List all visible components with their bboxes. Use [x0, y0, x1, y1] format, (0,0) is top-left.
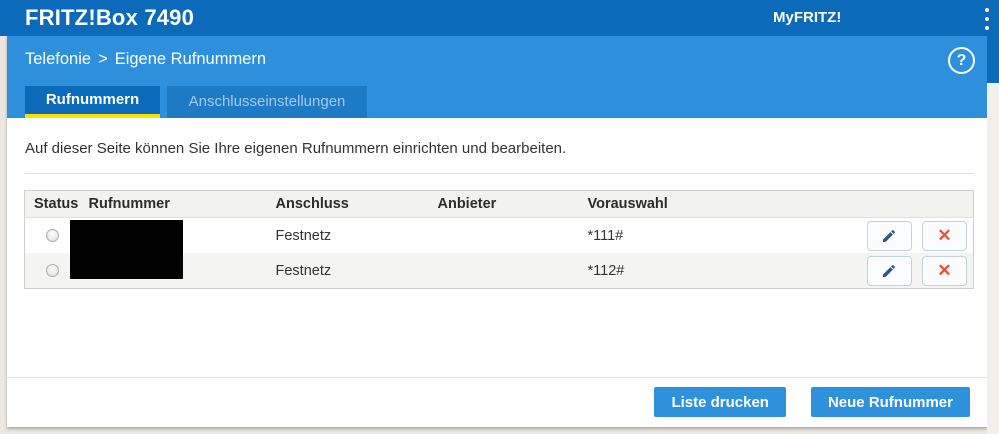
- delete-button[interactable]: ✕: [922, 255, 967, 286]
- kebab-menu-icon[interactable]: [982, 8, 992, 30]
- anschluss-cell: Festnetz: [266, 253, 429, 289]
- vorauswahl-cell: *111#: [587, 227, 624, 244]
- x-icon: ✕: [937, 226, 952, 245]
- status-radio[interactable]: [45, 264, 59, 278]
- anbieter-cell: [429, 218, 579, 254]
- tab-anschlusseinstellungen[interactable]: Anschlusseinstellungen: [167, 86, 367, 118]
- print-list-button[interactable]: Liste drucken: [654, 387, 786, 417]
- edit-button[interactable]: [866, 255, 912, 286]
- breadcrumb-separator: >: [98, 50, 108, 68]
- content-panel: Telefonie > Eigene Rufnummern ? Rufnumme…: [7, 36, 987, 427]
- section-header-band: Telefonie > Eigene Rufnummern ? Rufnumme…: [7, 36, 987, 118]
- column-header-status: Status: [24, 190, 80, 218]
- top-bar: FRITZ!Box 7490 MyFRITZ!: [0, 0, 999, 36]
- column-header-actions: [721, 190, 974, 218]
- page-description: Auf dieser Seite können Sie Ihre eigenen…: [25, 140, 567, 157]
- redacted-phone-numbers: [70, 220, 183, 279]
- column-header-vorauswahl: Vorauswahl: [578, 190, 722, 218]
- pencil-icon: [883, 264, 896, 277]
- x-icon: ✕: [937, 261, 952, 280]
- footer-divider: [7, 377, 987, 378]
- tab-rufnummern[interactable]: Rufnummern: [25, 86, 160, 118]
- content-divider: [25, 173, 974, 174]
- footer-actions: Liste drucken Neue Rufnummer: [654, 387, 970, 417]
- breadcrumb-page: Eigene Rufnummern: [114, 50, 267, 68]
- tab-bar: Rufnummern Anschlusseinstellungen: [25, 86, 367, 118]
- help-icon[interactable]: ?: [948, 47, 975, 74]
- myfritz-link[interactable]: MyFRITZ!: [773, 0, 841, 36]
- pencil-icon: [883, 229, 896, 242]
- scrollbar-thumb[interactable]: [987, 36, 999, 83]
- column-header-anschluss: Anschluss: [266, 190, 429, 218]
- column-header-anbieter: Anbieter: [428, 190, 579, 218]
- anschluss-cell: Festnetz: [275, 227, 332, 244]
- column-header-rufnummer: Rufnummer: [79, 190, 267, 218]
- anbieter-cell: [428, 253, 579, 289]
- breadcrumb-section[interactable]: Telefonie: [25, 50, 91, 69]
- delete-button[interactable]: ✕: [922, 220, 967, 251]
- status-radio[interactable]: [45, 229, 59, 243]
- vorauswahl-cell: *112#: [578, 253, 722, 289]
- app-title: FRITZ!Box 7490: [25, 5, 195, 30]
- vertical-scrollbar[interactable]: [987, 36, 999, 434]
- edit-button[interactable]: [866, 220, 912, 251]
- table-header-row: Status Rufnummer Anschluss Anbieter Vora…: [24, 190, 974, 218]
- new-number-button[interactable]: Neue Rufnummer: [810, 387, 970, 417]
- breadcrumb: Telefonie > Eigene Rufnummern: [25, 50, 266, 69]
